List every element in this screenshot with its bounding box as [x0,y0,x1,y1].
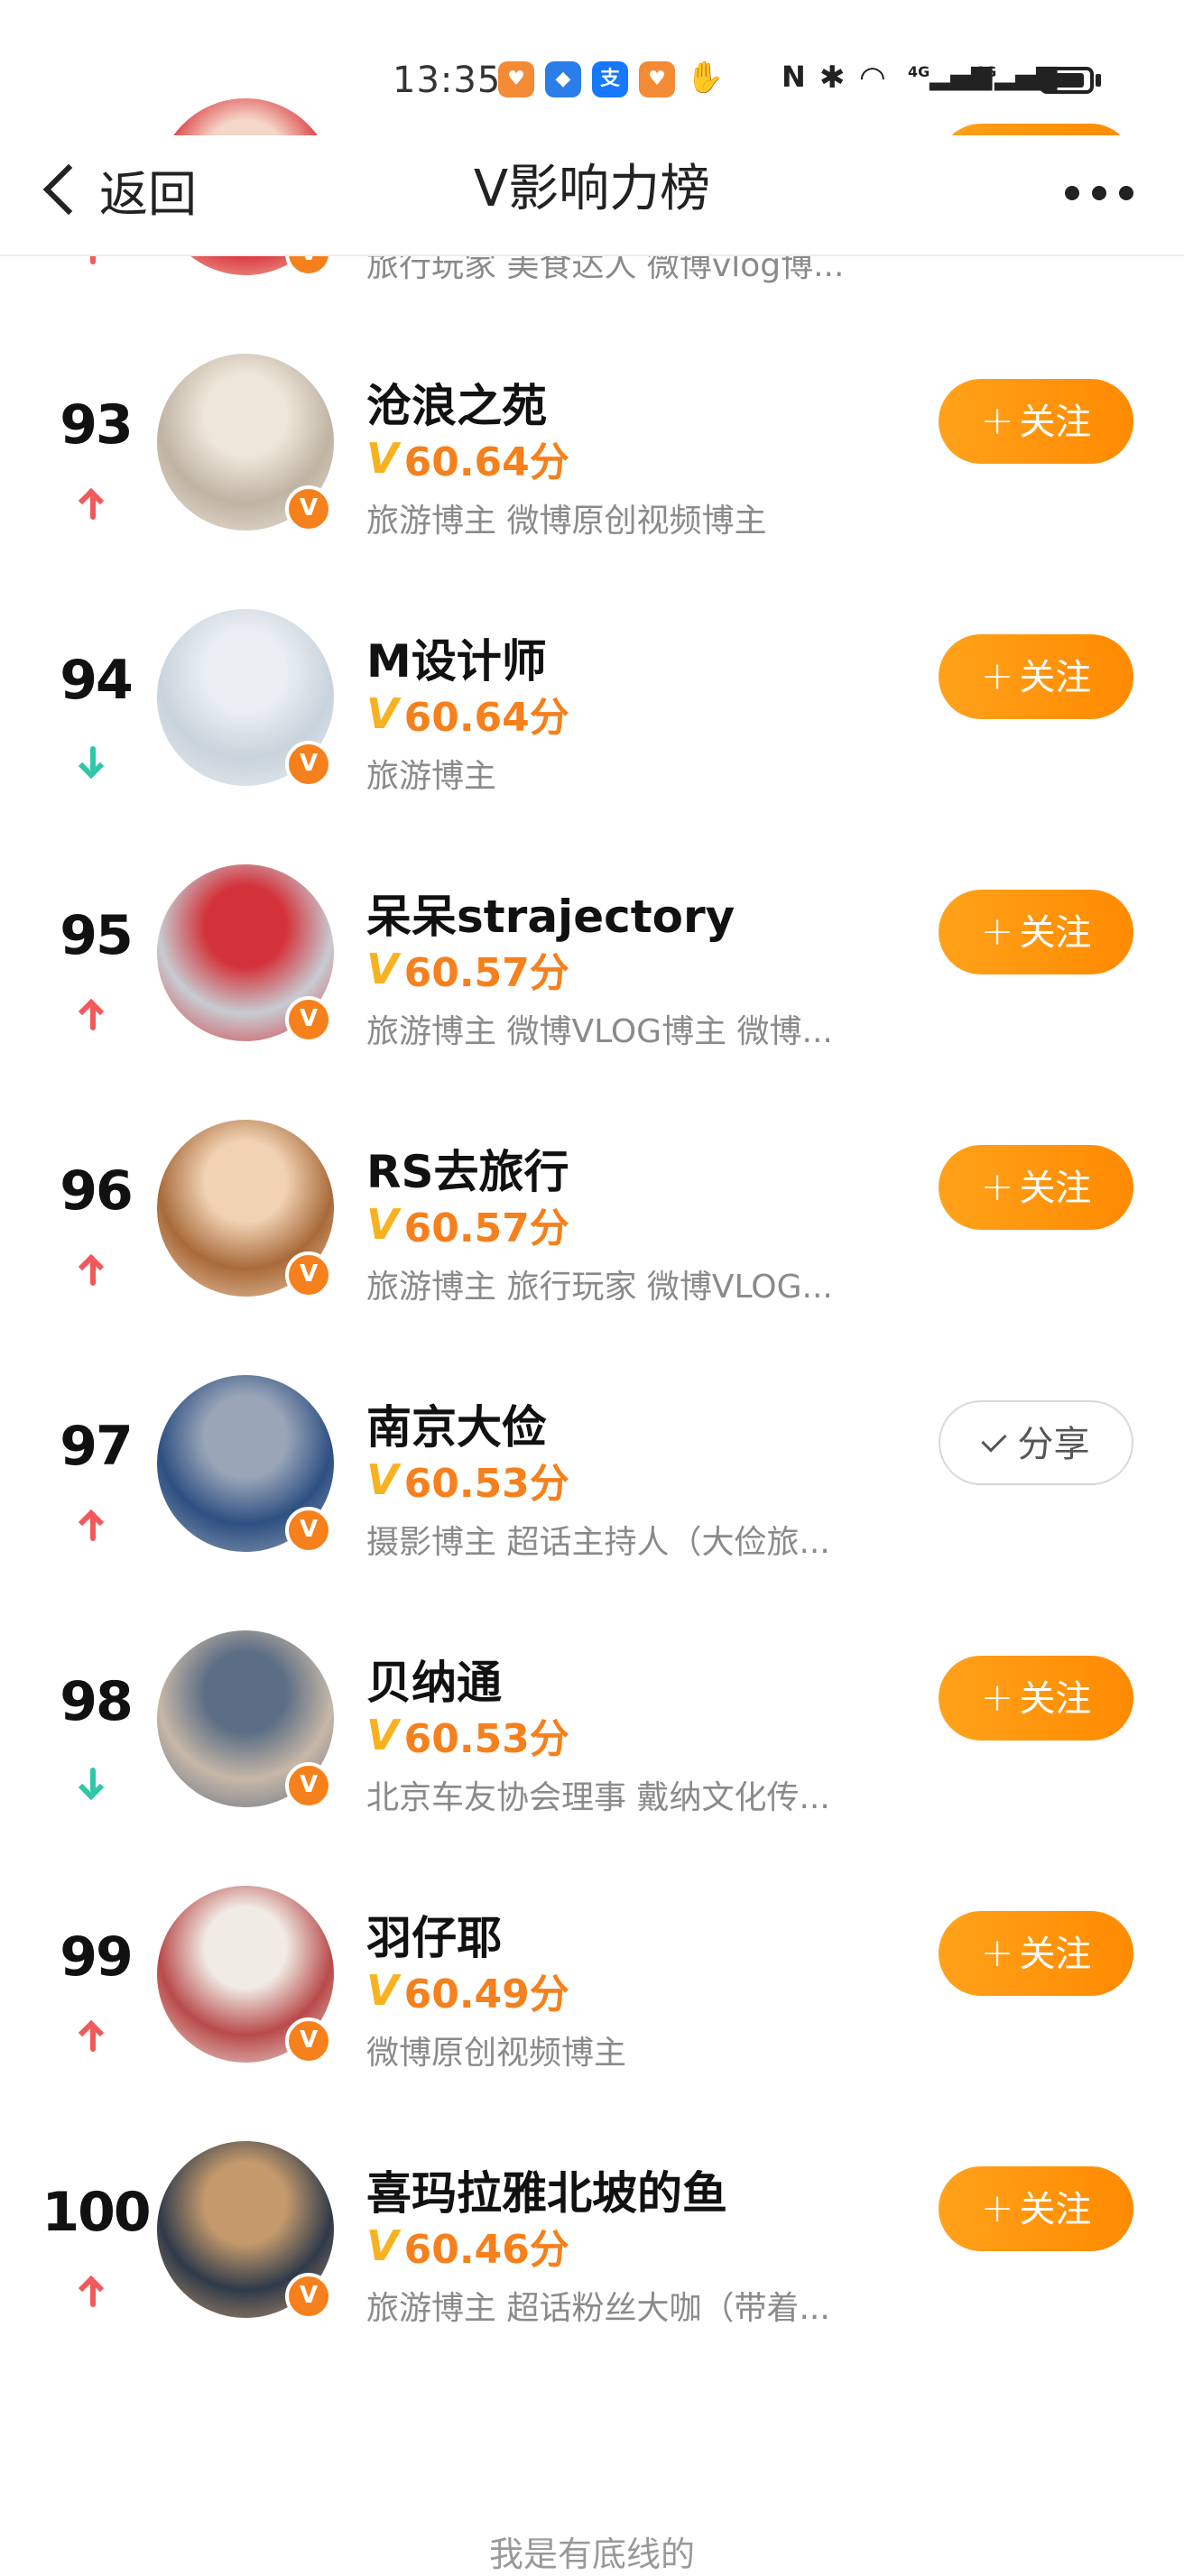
user-tags: 旅游博主 微博原创视频博主 [366,503,767,540]
user-tags: 北京车友协会理事 戴纳文化传... [366,1779,830,1816]
user-tags: 旅游博主 微博VLOG博主 微博... [366,1013,833,1050]
check-icon [980,1426,1007,1453]
verified-v-icon: V [285,1762,332,1809]
influence-score: V 60.53分 [366,1711,569,1762]
avatar[interactable]: V [157,864,334,1043]
v-icon: V [366,1711,399,1759]
rank-number: 94 [60,649,134,712]
follow-button[interactable]: +关注 [939,1911,1133,1996]
alipay-notification-icon: 支 [592,61,628,97]
trend-up-icon [74,487,114,527]
user-tags: 微博原创视频博主 [366,2035,627,2072]
rank-number: 93 [60,393,134,457]
trend-down-icon [74,743,114,782]
avatar[interactable]: V [157,2141,334,2320]
verified-v-icon: V [285,741,332,788]
user-name[interactable]: 呆呆strajectory [366,881,735,946]
plus-icon: + [980,1164,1014,1210]
page-title: V影响力榜 [473,160,711,218]
plus-icon: + [980,2185,1014,2231]
verified-v-icon: V [285,2273,332,2320]
influence-score: V 60.64分 [366,689,569,741]
app-notification-icon-2: ♥ [639,61,675,97]
influence-score: V 60.49分 [366,1966,569,2017]
browser-notification-icon: ◆ [545,61,581,97]
trend-up-icon [74,1509,114,1548]
user-name[interactable]: RS去旅行 [366,1136,569,1201]
follow-button[interactable]: +关注 [939,1145,1133,1230]
rank-number: 97 [60,1415,134,1478]
trend-down-icon [74,1764,114,1804]
avatar[interactable]: V [157,1375,334,1554]
plus-icon: + [980,1675,1014,1721]
trend-up-icon [74,1253,114,1293]
bluetooth-icon: ✱ [819,60,846,96]
nfc-icon: N [782,60,806,94]
avatar[interactable]: V [157,609,334,788]
trend-up-icon [74,2019,114,2059]
follow-button[interactable]: +关注 [939,890,1133,974]
avatar[interactable]: V [157,354,334,532]
user-tags: 旅游博主 [366,758,497,795]
user-name[interactable]: 沧浪之苑 [366,370,547,435]
v-icon: V [366,945,399,993]
wifi-icon: ◠ [859,60,886,96]
influence-score: V 60.46分 [366,2221,569,2273]
trend-up-icon [74,2275,114,2314]
verified-v-icon: V [285,1251,332,1298]
influence-score: V 60.57分 [366,1200,569,1251]
plus-icon: + [980,398,1014,444]
v-icon: V [366,2221,399,2270]
v-icon: V [366,434,399,483]
v-icon: V [366,1966,399,2015]
more-options-icon[interactable] [1065,186,1133,200]
v-icon: V [366,1200,399,1249]
user-name[interactable]: 喜玛拉雅北坡的鱼 [366,2157,727,2222]
share-button[interactable]: 分享 [939,1400,1133,1485]
follow-button[interactable]: +关注 [939,2166,1133,2251]
list-item[interactable]: 100 V 喜玛拉雅北坡的鱼 V 60.46分 旅游博主 超话粉丝大咖（带着...… [0,2141,1184,2440]
app-notification-icon: ♥ [498,61,534,97]
verified-v-icon: V [285,1507,332,1554]
plus-icon: + [980,909,1014,955]
user-name[interactable]: M设计师 [366,625,547,690]
avatar[interactable]: V [157,1630,334,1809]
influence-score: V 60.57分 [366,945,569,996]
list-end-text: 我是有底线的 [488,2534,695,2574]
avatar[interactable]: V [157,1120,334,1298]
user-tags: 旅游博主 超话粉丝大咖（带着... [366,2290,830,2327]
hand-icon: ✋ [686,60,725,96]
rank-number: 96 [60,1159,134,1223]
avatar[interactable]: V [157,1886,334,2064]
verified-v-icon: V [285,485,332,532]
plus-icon: + [980,653,1014,699]
user-name[interactable]: 贝纳通 [366,1647,502,1712]
user-tags: 旅游博主 旅行玩家 微博VLOG... [366,1269,833,1306]
nav-bar: 返回 V影响力榜 [0,135,1184,256]
verified-v-icon: V [285,996,332,1043]
verified-v-icon: V [285,2017,332,2064]
v-icon: V [366,1455,399,1504]
plus-icon: + [980,1930,1014,1976]
user-tags: 摄影博主 超话主持人（大俭旅... [366,1524,830,1561]
follow-button[interactable]: +关注 [939,379,1133,464]
signal-label-1: 4G [908,63,930,80]
follow-button[interactable]: +关注 [939,634,1133,719]
signal-label-2: 4G [975,63,997,80]
user-name[interactable]: 南京大俭 [366,1391,547,1456]
status-time: 13:35 [393,60,502,101]
battery-tip [1096,74,1101,87]
user-name[interactable]: 羽仔耶 [366,1902,502,1967]
influence-score: V 60.53分 [366,1455,569,1507]
battery-icon [1040,67,1094,94]
trend-up-icon [74,998,114,1038]
v-icon: V [366,689,399,738]
follow-button[interactable]: +关注 [939,1656,1133,1740]
influence-score: V 60.64分 [366,434,569,485]
rank-number: 95 [60,904,134,967]
rank-number: 100 [42,2181,151,2244]
rank-number: 98 [60,1670,134,1733]
rank-number: 99 [60,1925,134,1989]
